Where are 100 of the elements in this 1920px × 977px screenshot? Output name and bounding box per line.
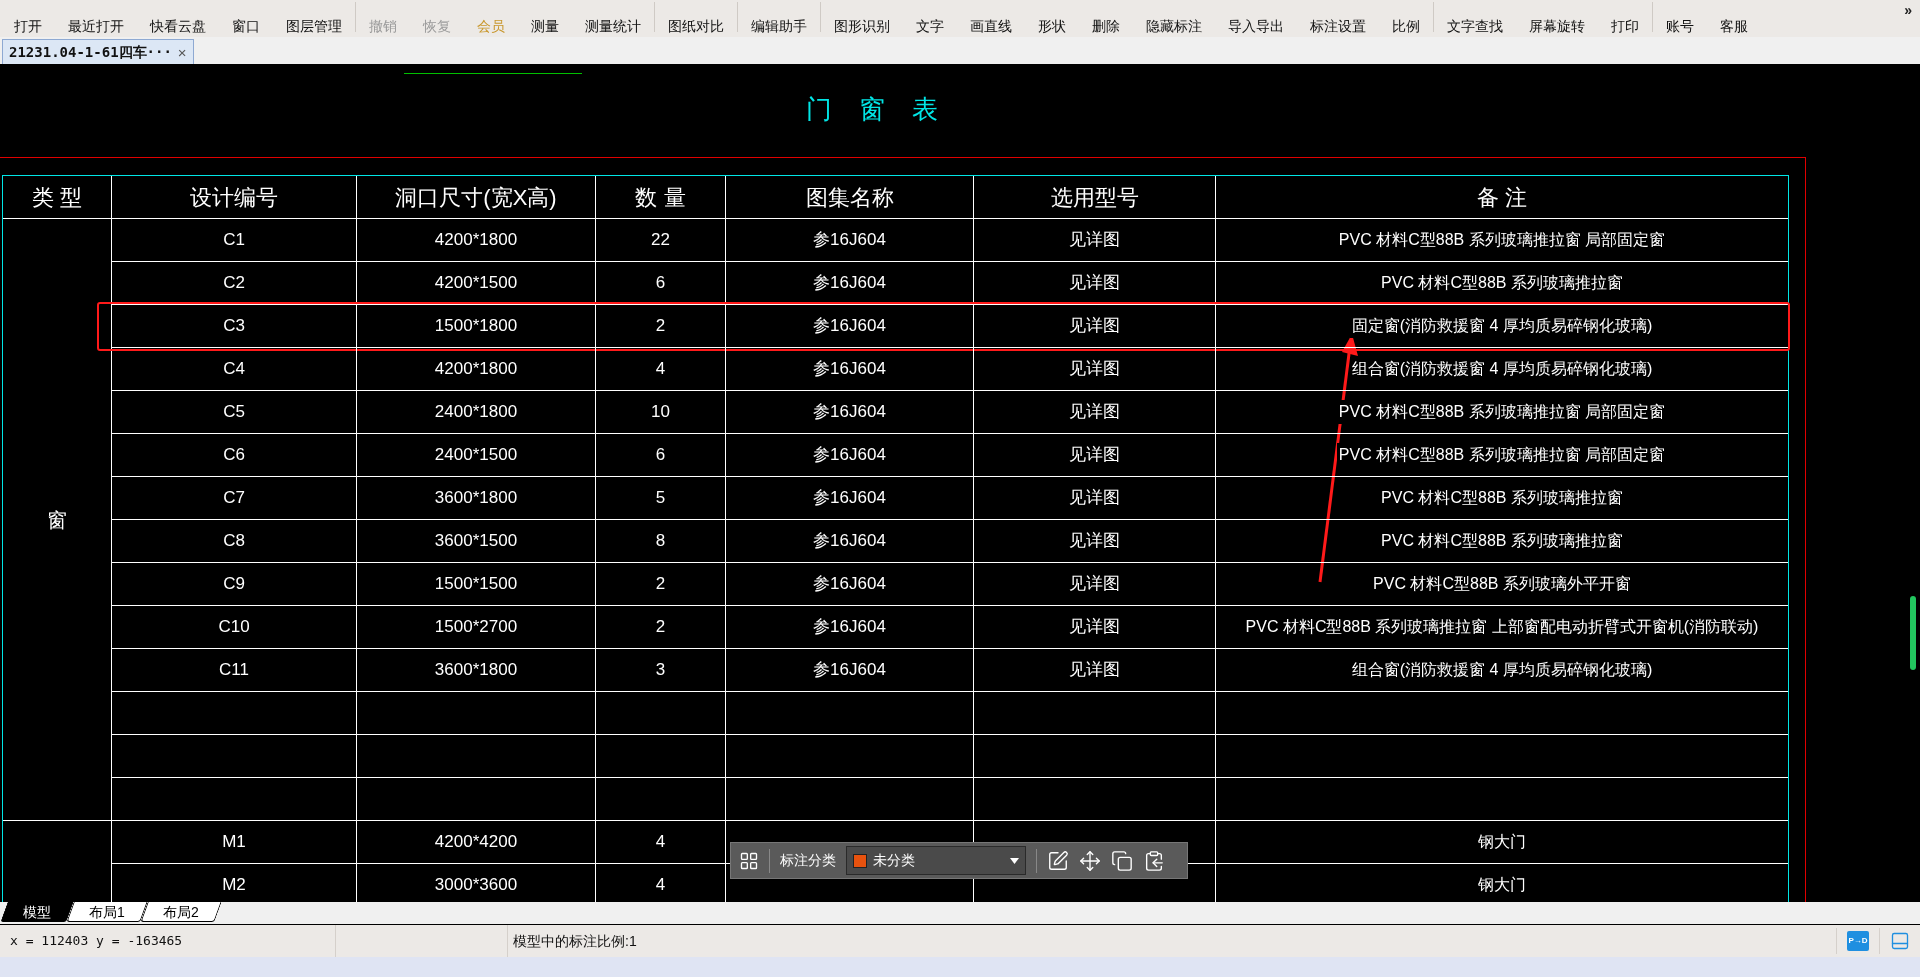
toolbar-button[interactable]: 账号 xyxy=(1653,19,1707,33)
column-header: 数 量 xyxy=(596,176,726,219)
toolbar-button[interactable]: 图纸对比 xyxy=(655,19,737,33)
table-cell: 2 xyxy=(596,563,726,606)
table-cell: 见详图 xyxy=(974,348,1216,391)
close-button[interactable]: × xyxy=(177,44,187,60)
table-cell: 2 xyxy=(596,606,726,649)
column-header: 备 注 xyxy=(1216,176,1788,219)
toolbar-button[interactable]: 比例 xyxy=(1379,19,1433,33)
table-cell: 见详图 xyxy=(974,391,1216,434)
copy-icon[interactable] xyxy=(1111,849,1133,872)
table-cell: 见详图 xyxy=(974,262,1216,305)
move-icon[interactable] xyxy=(1079,849,1101,872)
type-cell: 窗 xyxy=(3,219,112,821)
column-header: 洞口尺寸(宽X高) xyxy=(357,176,596,219)
toolbar-button[interactable]: 图形识别 xyxy=(821,19,903,33)
toolbar-button[interactable]: 窗口 xyxy=(219,19,273,33)
layout-tab[interactable]: 模型 xyxy=(0,902,74,922)
table-cell: 1500*1500 xyxy=(357,563,596,606)
table-cell: 1500*2700 xyxy=(357,606,596,649)
table-cell: 6 xyxy=(596,434,726,477)
table-cell: 见详图 xyxy=(974,219,1216,262)
toolbar-button[interactable]: 快看云盘 xyxy=(137,19,219,33)
table-cell: C10 xyxy=(112,606,357,649)
category-value: 未分类 xyxy=(873,851,916,870)
toolbar-button[interactable]: 编辑助手 xyxy=(738,19,820,33)
layout-tab[interactable]: 布局1 xyxy=(66,902,148,922)
drawing-title: 门 窗 表 xyxy=(806,94,949,124)
table-cell: 见详图 xyxy=(974,477,1216,520)
table-cell: 见详图 xyxy=(974,305,1216,348)
scale-readout: 模型中的标注比例:1 xyxy=(512,931,637,951)
table-cell: 参16J604 xyxy=(726,520,974,563)
table-cell: 1500*1800 xyxy=(357,305,596,348)
table-cell: C6 xyxy=(112,434,357,477)
edit-icon[interactable] xyxy=(1047,849,1069,872)
toolbar-button[interactable]: 文字查找 xyxy=(1434,19,1516,33)
table-cell: 见详图 xyxy=(974,434,1216,477)
toolbar-button[interactable]: 图层管理 xyxy=(273,19,355,33)
toolbar-button[interactable]: 隐藏标注 xyxy=(1133,19,1215,33)
table-cell: C5 xyxy=(112,391,357,434)
table-cell: 参16J604 xyxy=(726,348,974,391)
table-cell: 组合窗(消防救援窗 4 厚均质易碎钢化玻璃) xyxy=(1216,348,1788,391)
toolbar-button[interactable]: 打开 xyxy=(1,19,55,33)
table-cell: 2400*1800 xyxy=(357,391,596,434)
table-cell: 参16J604 xyxy=(726,477,974,520)
table-cell: 钢大门 xyxy=(1216,864,1788,902)
table-cell: C2 xyxy=(112,262,357,305)
toolbar-button[interactable]: 形状 xyxy=(1025,19,1079,33)
table-cell: PVC 材料C型88B 系列玻璃外平开窗 xyxy=(1216,563,1788,606)
table-cell: 2 xyxy=(596,305,726,348)
table-cell: PVC 材料C型88B 系列玻璃推拉窗 局部固定窗 xyxy=(1216,434,1788,477)
table-cell: 固定窗(消防救援窗 4 厚均质易碎钢化玻璃) xyxy=(1216,305,1788,348)
panel-icon[interactable] xyxy=(1890,931,1910,951)
table-cell: 见详图 xyxy=(974,649,1216,692)
toolbar-button[interactable]: 客服 xyxy=(1707,19,1761,33)
table-cell: PVC 材料C型88B 系列玻璃推拉窗 xyxy=(1216,262,1788,305)
table-cell: 4 xyxy=(596,821,726,864)
table-cell: PVC 材料C型88B 系列玻璃推拉窗 xyxy=(1216,520,1788,563)
table-cell: PVC 材料C型88B 系列玻璃推拉窗 局部固定窗 xyxy=(1216,219,1788,262)
more-button[interactable]: » xyxy=(1904,0,1920,21)
toolbar-button[interactable]: 测量 xyxy=(518,19,572,33)
toolbar-button[interactable]: 文字 xyxy=(903,19,957,33)
table-cell: 参16J604 xyxy=(726,391,974,434)
table-cell: C7 xyxy=(112,477,357,520)
table-cell: 组合窗(消防救援窗 4 厚均质易碎钢化玻璃) xyxy=(1216,649,1788,692)
coordinates-readout: x = 112403 y = -163465 xyxy=(10,932,183,951)
table-cell: C3 xyxy=(112,305,357,348)
table-cell: 6 xyxy=(596,262,726,305)
table-cell: 参16J604 xyxy=(726,262,974,305)
toolbar-button[interactable]: 导入导出 xyxy=(1215,19,1297,33)
category-dropdown[interactable]: 未分类 xyxy=(846,846,1026,875)
toolbar-button[interactable]: 打印 xyxy=(1598,19,1652,33)
annotation-label: 标注分类 xyxy=(780,851,836,870)
column-header: 图集名称 xyxy=(726,176,974,219)
table-cell: 22 xyxy=(596,219,726,262)
tab-title: 21231.04-1-61四车··· xyxy=(9,42,172,62)
table-cell: 3600*1800 xyxy=(357,477,596,520)
toolbar-button[interactable]: 画直线 xyxy=(957,19,1025,33)
caret-icon xyxy=(1010,857,1019,864)
column-header: 设计编号 xyxy=(112,176,357,219)
column-header: 类 型 xyxy=(3,176,112,219)
toolbar-button[interactable]: 测量统计 xyxy=(572,19,654,33)
toolbar-button[interactable]: 标注设置 xyxy=(1297,19,1379,33)
paste-icon[interactable] xyxy=(1143,849,1165,872)
table-cell: 4200*1800 xyxy=(357,348,596,391)
table-cell: 3 xyxy=(596,649,726,692)
document-tab[interactable]: 21231.04-1-61四车··· × xyxy=(2,39,194,64)
table-cell: 见详图 xyxy=(974,606,1216,649)
table-cell: C4 xyxy=(112,348,357,391)
table-cell: M1 xyxy=(112,821,357,864)
table-cell: PVC 材料C型88B 系列玻璃推拉窗 局部固定窗 xyxy=(1216,391,1788,434)
toolbar-button[interactable]: 最近打开 xyxy=(55,19,137,33)
table-cell: 见详图 xyxy=(974,563,1216,606)
toolbar-button[interactable]: 屏幕旋转 xyxy=(1516,19,1598,33)
toolbar-button[interactable]: 删除 xyxy=(1079,19,1133,33)
table-cell: 5 xyxy=(596,477,726,520)
grid-icon[interactable] xyxy=(739,850,759,871)
layout-tab[interactable]: 布局2 xyxy=(140,902,222,922)
column-header: 选用型号 xyxy=(974,176,1216,219)
table-cell: 4 xyxy=(596,348,726,391)
